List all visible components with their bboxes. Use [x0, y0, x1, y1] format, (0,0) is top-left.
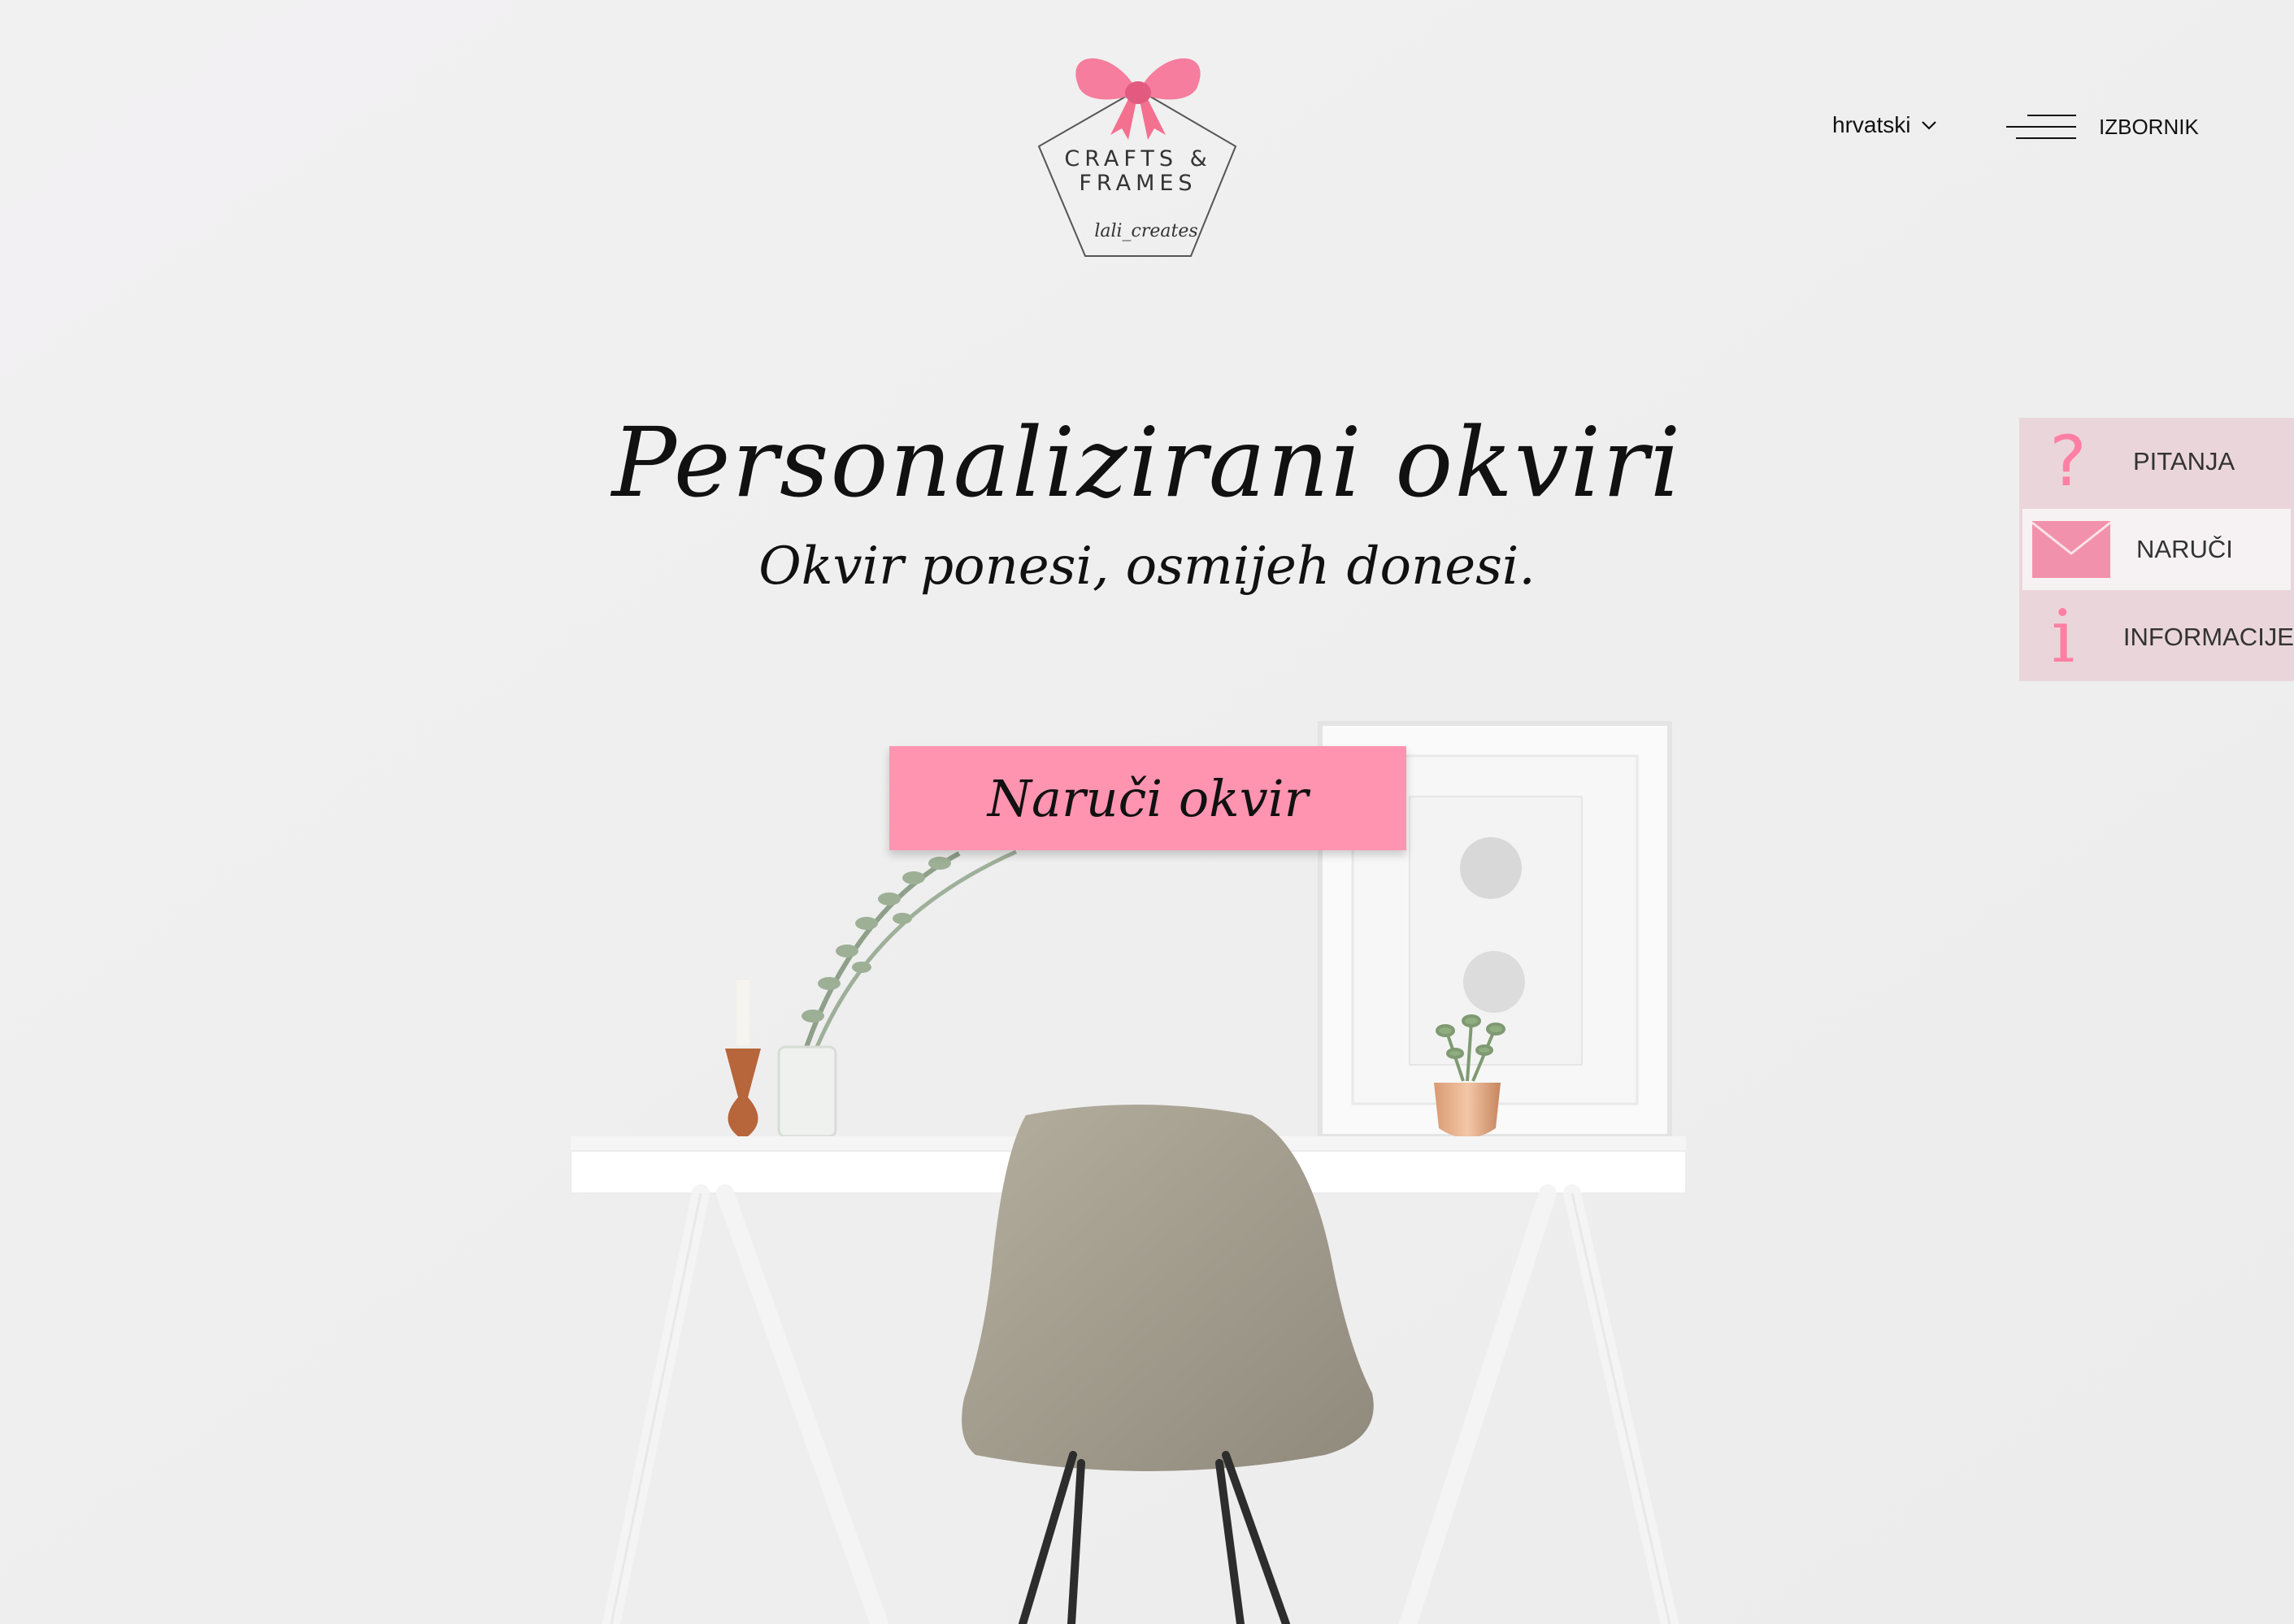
language-label: hrvatski: [1832, 112, 1911, 137]
hamburger-icon: [2006, 115, 2076, 139]
menu-label: IZBORNIK: [2099, 114, 2199, 139]
side-panel: ? PITANJA NARUČI i INFORMACIJE: [2019, 418, 2294, 681]
side-item-label: INFORMACIJE: [2122, 623, 2294, 651]
side-item-label: PITANJA: [2133, 447, 2235, 475]
hero-subtitle: Okvir ponesi, osmijeh donesi.: [758, 536, 1536, 597]
side-item-order[interactable]: NARUČI: [2019, 506, 2294, 593]
side-item-label: NARUČI: [2136, 535, 2233, 563]
hero-title: Personalizirani okviri: [611, 406, 1683, 519]
order-frame-button[interactable]: Naruči okvir: [889, 746, 1406, 850]
menu-button[interactable]: IZBORNIK: [2005, 111, 2199, 143]
side-item-questions[interactable]: ? PITANJA: [2019, 418, 2294, 506]
chevron-down-icon: [1922, 121, 1937, 130]
envelope-icon: [2032, 521, 2110, 578]
brand-logo[interactable]: CRAFTS & FRAMES lali_creates: [1032, 33, 1244, 260]
language-selector[interactable]: hrvatski: [1832, 112, 1938, 138]
brand-name-line1: CRAFTS &: [1064, 146, 1212, 172]
side-item-info[interactable]: i INFORMACIJE: [2019, 593, 2294, 681]
question-icon: ?: [2049, 421, 2087, 502]
brand-name-line2: FRAMES: [1079, 171, 1197, 196]
brand-signature: lali_creates: [1094, 221, 1198, 241]
info-icon: i: [2051, 594, 2075, 680]
